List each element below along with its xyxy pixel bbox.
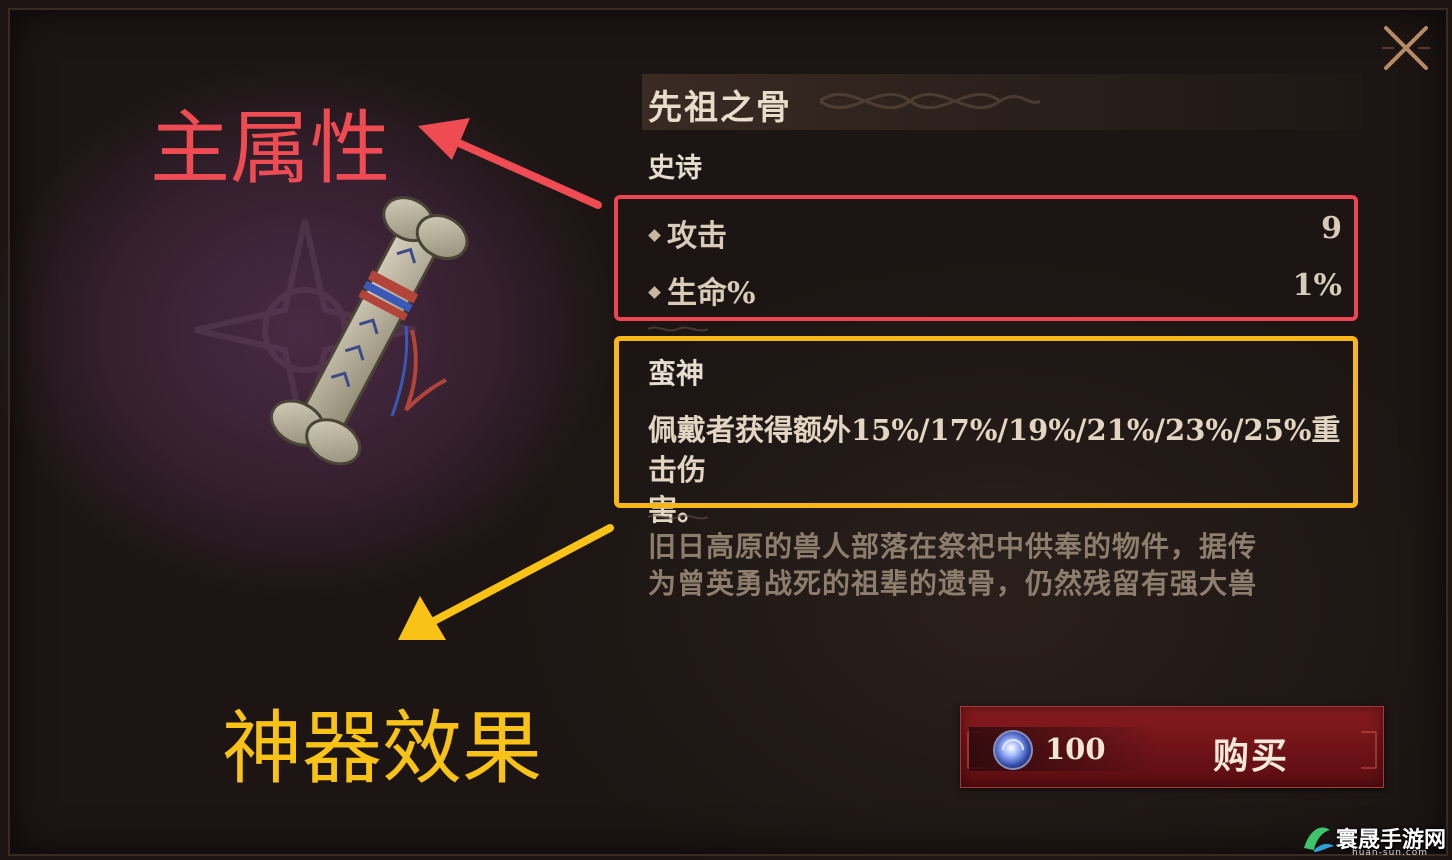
artifact-effect-highlight-box — [614, 336, 1358, 508]
blue-gem-icon — [993, 730, 1033, 770]
main-stats-annotation-label: 主属性 — [150, 102, 390, 195]
price-value: 100 — [1045, 732, 1106, 766]
yellow-arrow-icon — [398, 524, 614, 640]
item-name: 先祖之骨 — [648, 88, 792, 128]
item-detail-panel: 先祖之骨 史诗 攻击 9 生命% 1% 蛮神 佩戴者获得额外15%/17%/19… — [0, 0, 1452, 860]
buy-button-label: 购买 — [1213, 735, 1290, 777]
button-ornament-right — [1361, 731, 1377, 769]
item-rarity: 史诗 — [648, 153, 702, 184]
artifact-effect-annotation-label: 神器效果 — [222, 702, 542, 795]
ancestral-bone-icon — [269, 196, 469, 466]
lore-line: 旧日高原的兽人部落在祭祀中供奉的物件，据传 — [648, 530, 1258, 563]
watermark-url: huan-sun.com — [1352, 848, 1429, 858]
main-stats-highlight-box — [614, 195, 1358, 321]
item-lore: 旧日高原的兽人部落在祭祀中供奉的物件，据传 为曾英勇战死的祖辈的遗骨，仍然残留有… — [648, 528, 1348, 602]
title-ornament-icon — [820, 93, 1040, 109]
buy-button[interactable]: 100 购买 — [960, 706, 1384, 788]
divider-ornament-icon — [648, 514, 708, 520]
divider-ornament-icon — [648, 326, 708, 332]
lore-line: 为曾英勇战死的祖辈的遗骨，仍然残留有强大兽 — [648, 567, 1258, 600]
close-icon[interactable] — [1376, 18, 1436, 78]
